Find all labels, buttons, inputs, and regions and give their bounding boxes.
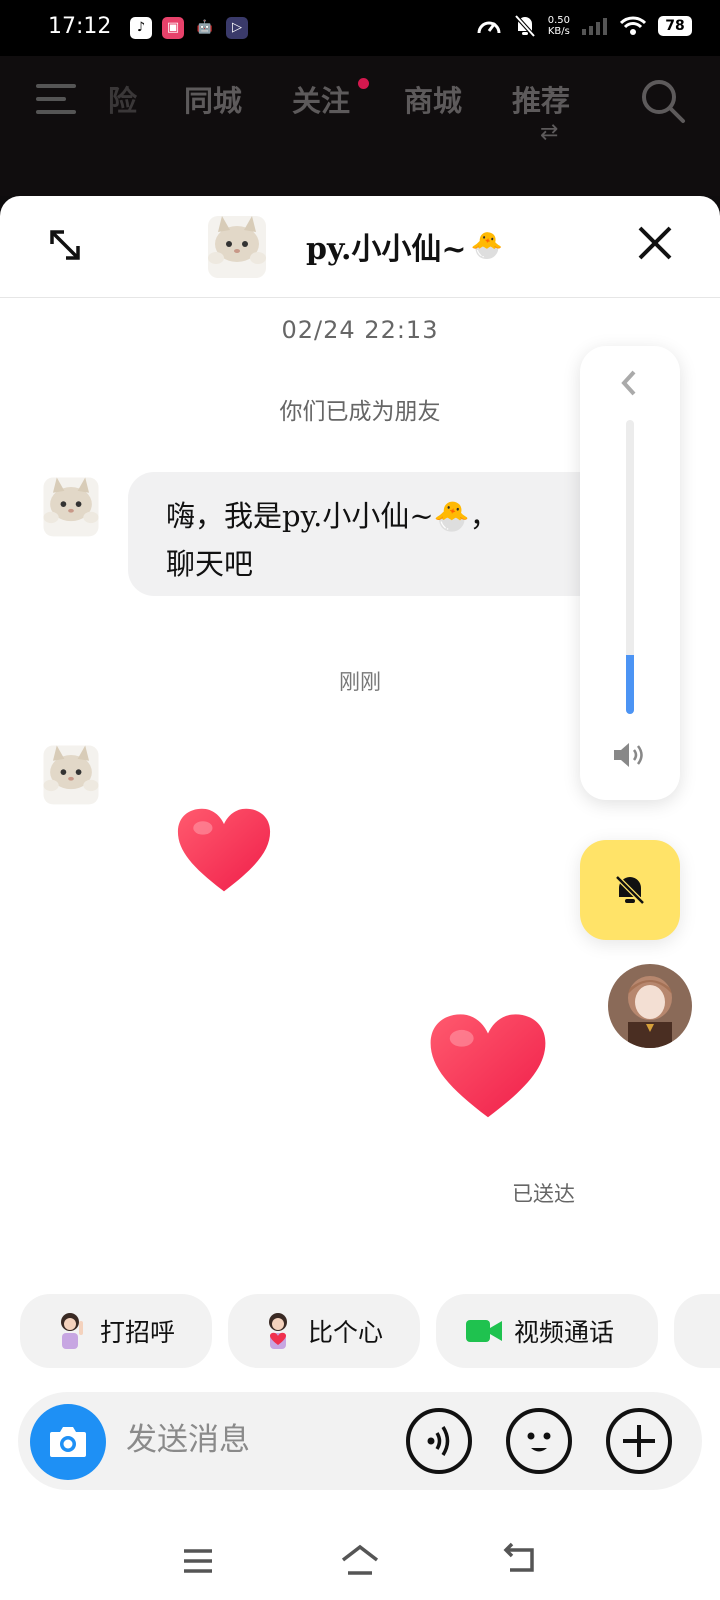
status-time: 17:12 <box>48 14 112 39</box>
heart-sticker[interactable] <box>428 1012 548 1122</box>
smiley-icon <box>527 1432 551 1452</box>
tab-recommend[interactable]: 推荐 <box>512 78 570 120</box>
message-timestamp: 02/24 22:13 <box>281 316 439 344</box>
close-icon[interactable] <box>636 224 674 262</box>
contact-avatar[interactable] <box>34 736 108 812</box>
chick-emoji: 🐣 <box>470 231 503 261</box>
speedometer-icon <box>477 21 501 34</box>
contact-avatar[interactable] <box>198 206 276 286</box>
video-camera-icon <box>466 1320 502 1342</box>
status-right: 0.50 KB/s 78 <box>476 14 692 38</box>
say-hi-button[interactable]: 打招呼 <box>20 1294 212 1368</box>
android-icon: 🤖 <box>196 20 214 35</box>
message-composer <box>18 1392 702 1490</box>
volume-slider[interactable] <box>626 420 634 714</box>
my-avatar[interactable] <box>608 964 692 1048</box>
delivered-status: 已送达 <box>512 1182 575 1206</box>
chat-header: py.小小仙~ 🐣 <box>0 196 720 298</box>
contact-avatar[interactable] <box>34 468 108 544</box>
message-bubble[interactable]: 嗨，我是py.小小仙~🐣， 聊天吧 <box>128 472 628 596</box>
emoji-button[interactable] <box>506 1408 572 1474</box>
tiktok-icon: ♪ <box>130 17 152 39</box>
swap-icon[interactable]: ⇄ <box>540 120 558 145</box>
system-nav-bar <box>0 1516 720 1600</box>
message-text: 聊天吧 <box>166 547 254 581</box>
avatar-heart-icon <box>269 1313 287 1349</box>
voice-button[interactable] <box>406 1408 472 1474</box>
tab-local[interactable]: 同城 <box>184 78 242 120</box>
bell-muted-icon <box>514 14 536 38</box>
tab-mall[interactable]: 商城 <box>404 78 462 120</box>
heart-sticker[interactable] <box>176 806 272 896</box>
message-text: 嗨，我是py.小小仙~🐣， <box>166 499 499 533</box>
chip-label: 视频通话 <box>514 1318 615 1347</box>
plus-icon <box>623 1425 655 1457</box>
video-call-button[interactable]: 视频通话 <box>436 1294 658 1368</box>
speaker-icon[interactable] <box>612 740 648 770</box>
tab-following[interactable]: 关注 <box>292 78 350 120</box>
voice-icon <box>427 1426 450 1456</box>
home-icon[interactable] <box>340 1544 380 1576</box>
chip-label: 比个心 <box>308 1318 384 1347</box>
media-icon: ▷ <box>226 17 248 39</box>
volume-panel <box>580 346 680 800</box>
mute-toggle-button[interactable] <box>580 840 680 940</box>
notification-dot <box>358 78 369 89</box>
tab-explore[interactable]: 险 <box>108 78 137 120</box>
notification-icons: ♪ ▣ 🤖 ▷ <box>130 17 248 39</box>
quick-actions: 打招呼 比个心 视频通话 <box>20 1294 720 1368</box>
kuaishou-icon: ▣ <box>162 17 184 39</box>
back-icon[interactable] <box>502 1542 536 1574</box>
chip-label: 打招呼 <box>100 1318 176 1347</box>
top-nav: 险 同城 关注 商城 推荐 ⇄ <box>0 56 720 196</box>
volume-level <box>626 655 634 714</box>
battery-indicator: 78 <box>658 16 692 36</box>
chat-sheet: py.小小仙~ 🐣 02/24 22:13 你们已成为朋友 嗨，我是py.小小仙… <box>0 196 720 1600</box>
more-action-chip[interactable] <box>674 1294 720 1368</box>
signal-icon <box>582 18 607 35</box>
contact-name: py.小小仙~ 🐣 <box>306 231 503 267</box>
bell-muted-icon <box>615 875 645 905</box>
avatar-waving-icon <box>61 1313 83 1349</box>
add-button[interactable] <box>606 1408 672 1474</box>
search-icon[interactable] <box>640 78 686 124</box>
expand-icon[interactable] <box>48 228 82 262</box>
camera-icon <box>50 1427 86 1457</box>
wifi-icon <box>620 16 646 35</box>
send-heart-button[interactable]: 比个心 <box>228 1294 420 1368</box>
net-speed: 0.50 KB/s <box>547 15 570 37</box>
camera-button[interactable] <box>30 1404 106 1480</box>
status-bar: 17:12 ♪ ▣ 🤖 ▷ 0.50 KB/s 78 <box>0 0 720 56</box>
menu-icon[interactable] <box>36 84 76 114</box>
message-input[interactable] <box>126 1414 386 1466</box>
recents-icon[interactable] <box>182 1548 214 1574</box>
chevron-left-icon[interactable] <box>618 368 640 398</box>
